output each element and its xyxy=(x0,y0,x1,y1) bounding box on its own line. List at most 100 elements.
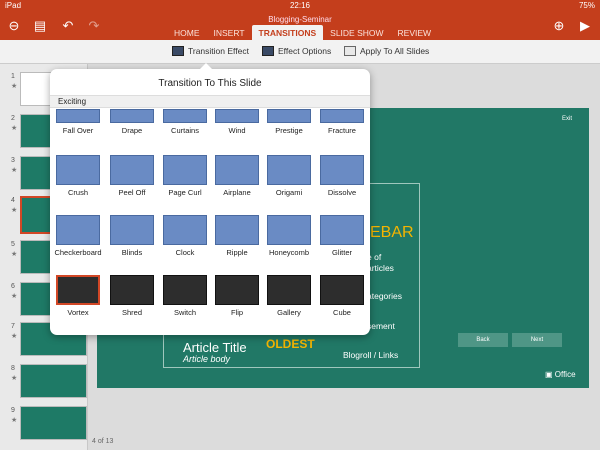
transition-label: Prestige xyxy=(275,126,303,135)
transition-thumbnail-icon xyxy=(110,275,154,305)
transition-thumbnail-icon xyxy=(56,155,100,185)
oldest-label: OLDEST xyxy=(266,337,315,351)
exit-link[interactable]: Exit xyxy=(562,116,572,122)
apply-all-button[interactable]: Apply To All Slides xyxy=(344,46,429,56)
status-bar: iPad 22:16 75% xyxy=(0,0,600,12)
transition-tile-peel-off[interactable]: Peel Off xyxy=(106,155,158,197)
transition-thumbnail-icon xyxy=(267,109,311,123)
sidebar-item: articles xyxy=(367,263,394,273)
battery: 75% xyxy=(578,1,595,10)
transition-tile-fall-over[interactable]: Fall Over xyxy=(52,109,104,135)
transition-popover: Transition To This Slide Exciting Fall O… xyxy=(50,63,370,335)
transition-thumbnail-icon xyxy=(320,109,364,123)
transition-tile-airplane[interactable]: Airplane xyxy=(211,155,263,197)
transition-thumbnail-icon xyxy=(320,215,364,245)
present-icon[interactable]: ▶ xyxy=(575,17,595,35)
transition-label: Gallery xyxy=(277,308,301,317)
transition-tile-fracture[interactable]: Fracture xyxy=(316,109,368,135)
page-count: 4 of 13 xyxy=(92,438,114,445)
tab-transitions[interactable]: TRANSITIONS xyxy=(251,25,324,41)
transition-tile-checkerboard[interactable]: Checkerboard xyxy=(52,215,104,257)
transition-tile-shred[interactable]: Shred xyxy=(106,275,158,317)
effect-options-button[interactable]: Effect Options xyxy=(262,46,331,56)
tab-slide-show[interactable]: SLIDE SHOW xyxy=(323,25,390,41)
transition-tile-blinds[interactable]: Blinds xyxy=(106,215,158,257)
transitions-toolbar: Transition Effect Effect Options Apply T… xyxy=(0,40,600,64)
transition-thumbnail-icon xyxy=(267,155,311,185)
sidebar-heading: EBAR xyxy=(370,224,414,241)
transition-label: Drape xyxy=(121,126,143,135)
sidebar-item: Blogroll / Links xyxy=(343,350,399,360)
transition-label: Fall Over xyxy=(62,126,94,135)
transition-thumbnail-icon xyxy=(56,215,100,245)
add-person-icon[interactable]: ⊕ xyxy=(549,17,569,35)
transition-thumbnail-icon xyxy=(110,215,154,245)
transition-tile-prestige[interactable]: Prestige xyxy=(263,109,315,135)
transition-effect-label: Transition Effect xyxy=(188,46,249,56)
transition-tile-flip[interactable]: Flip xyxy=(211,275,263,317)
transition-label: Blinds xyxy=(121,248,143,257)
sidebar-item: ategories xyxy=(367,291,402,301)
transition-tile-wind[interactable]: Wind xyxy=(211,109,263,135)
transition-tile-page-curl[interactable]: Page Curl xyxy=(159,155,211,197)
office-logo: ▣ Office xyxy=(545,370,576,379)
slide-back-button[interactable]: Back xyxy=(458,333,508,347)
transition-label: Curtains xyxy=(171,126,199,135)
popover-title: Transition To This Slide xyxy=(158,78,262,89)
effect-options-icon xyxy=(262,46,274,56)
transition-label: Ripple xyxy=(226,248,248,257)
transition-effect-icon xyxy=(172,46,184,56)
transition-tile-clock[interactable]: Clock xyxy=(159,215,211,257)
transition-label: Flip xyxy=(230,308,244,317)
transition-thumbnail-icon xyxy=(267,215,311,245)
transition-tile-drape[interactable]: Drape xyxy=(106,109,158,135)
transition-tile-gallery[interactable]: Gallery xyxy=(263,275,315,317)
transition-label: Dissolve xyxy=(327,188,357,197)
section-header: Exciting xyxy=(50,95,370,108)
transition-thumbnail-icon xyxy=(163,275,207,305)
transition-label: Vortex xyxy=(67,308,89,317)
transition-thumbnail-icon xyxy=(215,155,259,185)
transition-label: Glitter xyxy=(331,248,352,257)
apply-all-icon xyxy=(344,46,356,56)
effect-options-label: Effect Options xyxy=(278,46,332,56)
tab-insert[interactable]: INSERT xyxy=(207,25,252,41)
transition-tile-vortex[interactable]: Vortex xyxy=(52,275,104,317)
transition-tile-ripple[interactable]: Ripple xyxy=(211,215,263,257)
ribbon-tabs: HOME INSERT TRANSITIONS SLIDE SHOW REVIE… xyxy=(167,25,438,41)
transition-thumbnail-icon xyxy=(215,275,259,305)
transition-tile-origami[interactable]: Origami xyxy=(263,155,315,197)
transition-thumbnail-icon xyxy=(215,109,259,123)
transition-tile-honeycomb[interactable]: Honeycomb xyxy=(263,215,315,257)
transition-label: Wind xyxy=(228,126,246,135)
transition-thumbnail-icon xyxy=(163,155,207,185)
slide-next-button[interactable]: Next xyxy=(512,333,562,347)
transition-label: Checkerboard xyxy=(54,248,102,257)
transition-label: Honeycomb xyxy=(268,248,310,257)
article-body: Article body xyxy=(183,354,231,364)
transition-label: Switch xyxy=(173,308,197,317)
transition-label: Clock xyxy=(175,248,195,257)
transition-thumbnail-icon xyxy=(320,155,364,185)
transition-label: Page Curl xyxy=(168,188,202,197)
transition-label: Cube xyxy=(333,308,351,317)
transition-thumbnail-icon xyxy=(320,275,364,305)
ribbon: ⊖ ▤ ↶ ↷ Blogging-Seminar HOME INSERT TRA… xyxy=(0,12,600,41)
transition-thumbnail-icon xyxy=(215,215,259,245)
transition-thumbnail-icon xyxy=(110,109,154,123)
transition-tile-glitter[interactable]: Glitter xyxy=(316,215,368,257)
transition-tile-dissolve[interactable]: Dissolve xyxy=(316,155,368,197)
transition-effect-button[interactable]: Transition Effect xyxy=(172,46,249,56)
transition-tile-curtains[interactable]: Curtains xyxy=(159,109,211,135)
transition-tile-cube[interactable]: Cube xyxy=(316,275,368,317)
transition-tile-crush[interactable]: Crush xyxy=(52,155,104,197)
tab-review[interactable]: REVIEW xyxy=(391,25,439,41)
transition-thumbnail-icon xyxy=(110,155,154,185)
transition-label: Fracture xyxy=(328,126,356,135)
document-title: Blogging-Seminar xyxy=(268,15,332,24)
tab-home[interactable]: HOME xyxy=(167,25,207,41)
transition-tile-switch[interactable]: Switch xyxy=(159,275,211,317)
apply-all-label: Apply To All Slides xyxy=(360,46,430,56)
transition-thumbnail-icon xyxy=(163,109,207,123)
transition-thumbnail-icon xyxy=(267,275,311,305)
